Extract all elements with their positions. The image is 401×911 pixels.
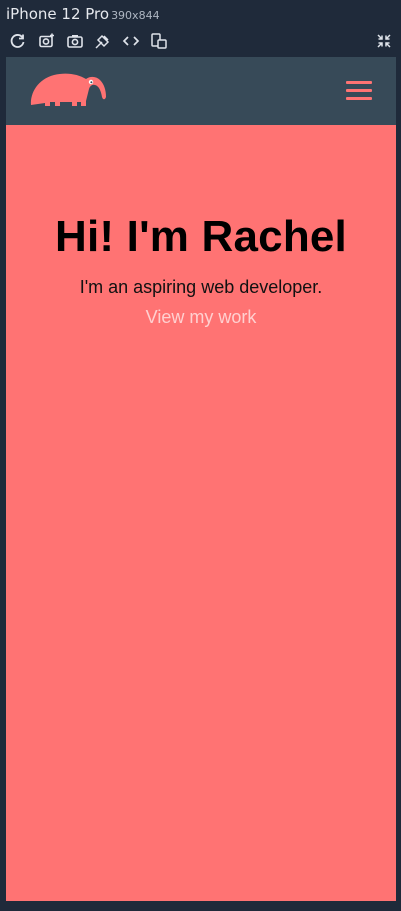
menu-toggle-icon[interactable] (346, 79, 372, 103)
hero-title: Hi! I'm Rachel (54, 212, 347, 261)
responsive-icon[interactable] (150, 32, 168, 50)
camera-settings-icon[interactable] (38, 32, 56, 50)
screenshot-icon[interactable] (66, 32, 84, 50)
device-toolbar: iPhone 12 Pro 390x844 (0, 0, 401, 57)
site-header (6, 57, 396, 125)
hero-section: Hi! I'm Rachel I'm an aspiring web devel… (6, 125, 396, 329)
menu-line (346, 81, 372, 84)
touch-toggle-icon[interactable] (94, 32, 112, 50)
device-viewport: Hi! I'm Rachel I'm an aspiring web devel… (6, 57, 396, 901)
hero-subtitle: I'm an aspiring web developer. (79, 277, 323, 297)
menu-line (346, 97, 372, 100)
source-code-icon[interactable] (122, 32, 140, 50)
menu-line (346, 89, 372, 92)
anteater-logo[interactable] (28, 65, 108, 107)
device-dimensions: 390x844 (111, 9, 160, 22)
view-work-link[interactable]: View my work (146, 305, 257, 329)
rotate-icon[interactable] (9, 32, 27, 50)
device-name: iPhone 12 Pro (6, 5, 110, 23)
collapse-icon[interactable] (375, 32, 393, 50)
device-label[interactable]: iPhone 12 Pro 390x844 (6, 5, 160, 23)
